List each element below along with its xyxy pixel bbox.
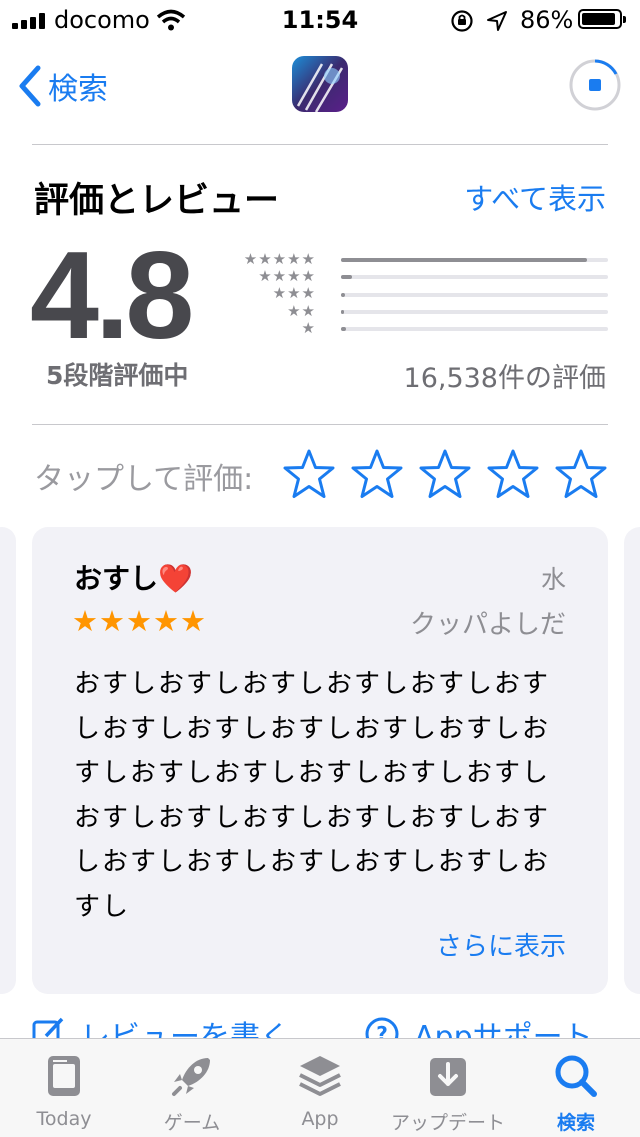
tab-today[interactable]: Today bbox=[0, 1044, 128, 1130]
star-row-3: ★★★ bbox=[272, 284, 316, 302]
review-stars: ★★★★★ bbox=[72, 604, 207, 638]
divider bbox=[32, 424, 608, 425]
rating-bar-2 bbox=[341, 310, 608, 314]
tab-label: Today bbox=[36, 1108, 92, 1130]
star-row-2: ★★ bbox=[287, 302, 316, 320]
next-review-card[interactable] bbox=[624, 527, 640, 994]
tab-label: ゲーム bbox=[163, 1112, 221, 1134]
rating-bar-3 bbox=[341, 293, 608, 297]
rating-bar-1 bbox=[341, 327, 608, 331]
location-icon bbox=[487, 11, 507, 31]
rate-star-2-icon[interactable] bbox=[350, 448, 404, 502]
battery-percent: 86% bbox=[520, 6, 574, 34]
rating-count: 16,538件の評価 bbox=[403, 363, 606, 394]
tab-updates[interactable]: アップデート bbox=[384, 1044, 512, 1135]
review-date: 水 bbox=[540, 565, 566, 594]
tab-label: App bbox=[301, 1108, 339, 1130]
star-row-4: ★★★★ bbox=[258, 267, 316, 285]
star-row-1: ★ bbox=[301, 319, 316, 337]
rating-bar-5 bbox=[341, 258, 608, 262]
status-bar: docomo 11:54 86% bbox=[0, 0, 640, 40]
tap-to-rate-label: タップして評価: bbox=[34, 462, 254, 497]
rating-bar-4 bbox=[341, 275, 608, 279]
divider bbox=[32, 144, 608, 145]
rocket-icon bbox=[172, 1058, 210, 1096]
battery-icon bbox=[578, 9, 626, 29]
app-icon bbox=[292, 56, 348, 112]
section-title: 評価とレビュー bbox=[34, 181, 280, 221]
previous-review-card[interactable] bbox=[0, 527, 16, 994]
review-author: クッパよしだ bbox=[409, 610, 566, 640]
tab-games[interactable]: ゲーム bbox=[128, 1044, 256, 1135]
tab-search[interactable]: 検索 bbox=[512, 1044, 640, 1135]
download-icon bbox=[430, 1058, 466, 1096]
see-all-link[interactable]: すべて表示 bbox=[464, 176, 606, 218]
search-icon bbox=[555, 1055, 597, 1097]
rate-star-4-icon[interactable] bbox=[486, 448, 540, 502]
rate-star-5-icon[interactable] bbox=[554, 448, 608, 502]
rotation-lock-icon bbox=[451, 10, 473, 32]
chevron-left-icon bbox=[19, 65, 41, 107]
average-rating: 4.8 bbox=[30, 227, 194, 365]
today-icon bbox=[48, 1056, 80, 1096]
review-title: おすし❤️ bbox=[74, 562, 193, 595]
tab-label: アップデート bbox=[390, 1112, 505, 1134]
rate-star-3-icon[interactable] bbox=[418, 448, 472, 502]
rate-star-1-icon[interactable] bbox=[282, 448, 336, 502]
download-progress-button[interactable] bbox=[568, 58, 622, 112]
tab-apps[interactable]: App bbox=[256, 1044, 384, 1130]
back-button[interactable]: 検索 bbox=[18, 64, 108, 108]
out-of-label: 5段階評価中 bbox=[46, 361, 189, 390]
star-row-5: ★★★★★ bbox=[243, 250, 316, 268]
layers-icon bbox=[299, 1056, 341, 1096]
tab-label: 検索 bbox=[556, 1112, 595, 1134]
back-label: 検索 bbox=[48, 72, 108, 107]
show-more-link[interactable]: さらに表示 bbox=[436, 926, 566, 963]
